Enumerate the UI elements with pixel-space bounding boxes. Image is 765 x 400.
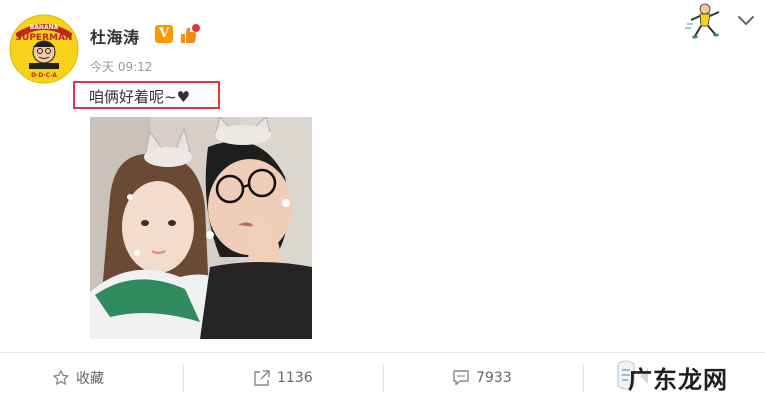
share-button[interactable]: 1136 [253, 366, 313, 390]
collect-label: 收藏 [76, 371, 104, 387]
post-photo[interactable] [90, 117, 312, 339]
watermark-text: 广东龙网 [628, 366, 728, 394]
svg-text:BANANA: BANANA [30, 24, 59, 31]
comment-button[interactable]: 7933 [452, 366, 512, 390]
share-count: 1136 [277, 370, 313, 386]
action-separator [383, 364, 384, 392]
svg-text:D·D·C·A: D·D·C·A [31, 72, 57, 79]
share-icon [254, 370, 270, 386]
post-timestamp[interactable]: 今天 09:12 [90, 58, 152, 75]
action-separator [583, 364, 584, 392]
star-icon [53, 370, 69, 385]
chevron-down-icon[interactable] [736, 14, 756, 28]
level-badge-icon [181, 24, 200, 43]
collect-button[interactable]: 收藏 [52, 366, 104, 390]
username[interactable]: 杜海涛 [90, 24, 140, 48]
footer-divider [0, 352, 765, 353]
runner-sticker-icon [685, 3, 720, 39]
action-separator [183, 364, 184, 392]
comment-count: 7933 [476, 370, 512, 386]
weibo-post-card: BANANA SUPERMAN D·D·C·A 杜海涛 V 今天 09:12 咱… [0, 0, 765, 400]
comment-icon [453, 370, 469, 386]
avatar[interactable]: BANANA SUPERMAN D·D·C·A [9, 14, 79, 84]
verified-badge-icon: V [155, 25, 173, 43]
post-text: 咱俩好着呢~♥ [73, 81, 220, 109]
